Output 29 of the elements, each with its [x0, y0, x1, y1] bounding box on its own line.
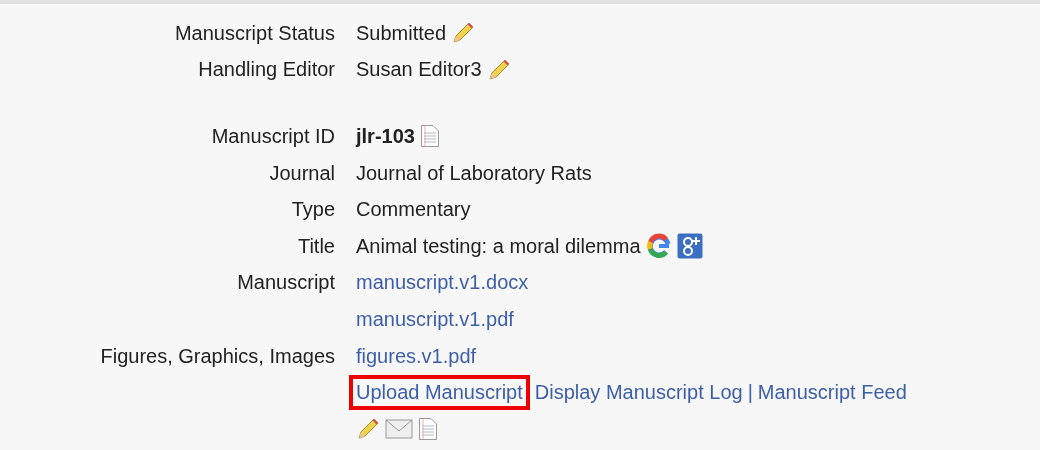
- file-link[interactable]: manuscript.v1.docx: [356, 271, 529, 295]
- field-value: Commentary: [356, 198, 471, 222]
- field-value: Journal of Laboratory Rats: [356, 161, 592, 185]
- envelope-icon[interactable]: [385, 418, 413, 441]
- field-value: jlr-103: [356, 125, 415, 148]
- google-icon[interactable]: [645, 233, 672, 260]
- link-separator: |: [747, 381, 753, 405]
- field-label: Type: [291, 198, 335, 221]
- file-link[interactable]: Display Manuscript Log: [534, 381, 743, 405]
- field-value: Animal testing: a moral dilemma: [356, 234, 641, 258]
- field-label: Figures, Graphics, Images: [100, 344, 335, 367]
- file-link[interactable]: Manuscript Feed: [757, 381, 907, 405]
- file-link[interactable]: figures.v1.pdf: [356, 344, 477, 368]
- field-label: Manuscript ID: [211, 125, 335, 147]
- field-label: Journal: [269, 161, 335, 184]
- field-label: Manuscript: [237, 271, 335, 294]
- file-link[interactable]: Upload Manuscript: [349, 375, 530, 411]
- pencil-icon[interactable]: [451, 21, 476, 46]
- pencil-icon[interactable]: [486, 57, 511, 82]
- field-label: Manuscript Status: [174, 21, 335, 44]
- document-icon[interactable]: [418, 417, 438, 442]
- file-link[interactable]: manuscript.v1.pdf: [356, 307, 514, 331]
- pencil-icon[interactable]: [356, 417, 380, 442]
- field-label: Title: [297, 234, 335, 257]
- field-value: Submitted: [356, 21, 447, 45]
- document-icon[interactable]: [419, 124, 440, 149]
- google-plus-icon[interactable]: [676, 233, 703, 260]
- field-value: Susan Editor3: [356, 58, 482, 82]
- field-label: Handling Editor: [198, 58, 335, 81]
